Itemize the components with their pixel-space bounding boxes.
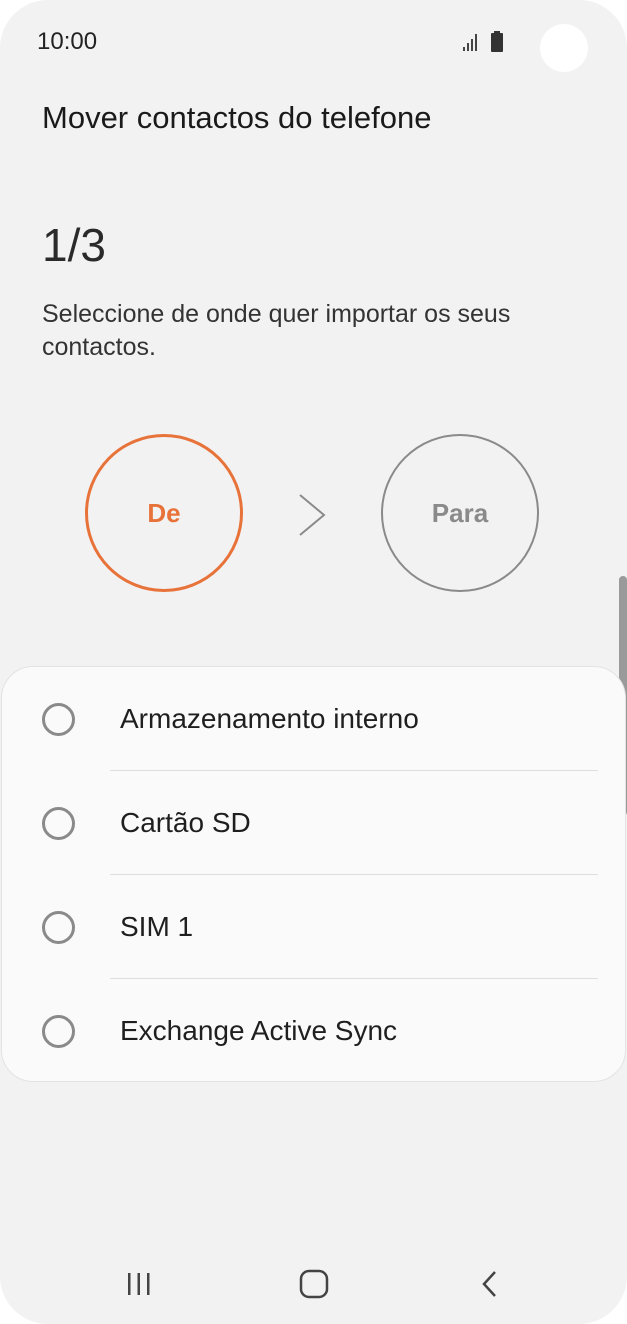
home-button[interactable]: [290, 1266, 338, 1302]
status-bar: 10:00: [0, 0, 627, 84]
radio-button[interactable]: [42, 703, 75, 736]
instructions-text: Seleccione de onde quer importar os seus…: [42, 300, 511, 361]
step-from-label: De: [147, 497, 181, 528]
option-exchange-active-sync[interactable]: Exchange Active Sync: [2, 979, 625, 1081]
chevron-right-icon: [299, 494, 326, 536]
page-title: Mover contactos do telefone: [42, 100, 432, 135]
option-internal-storage[interactable]: Armazenamento interno: [2, 667, 625, 771]
step-to-indicator: Para: [381, 434, 539, 592]
back-icon: [482, 1271, 496, 1297]
battery-icon: [491, 31, 503, 52]
signal-icon: [463, 34, 477, 51]
status-time: 10:00: [37, 28, 98, 55]
option-sim-1[interactable]: SIM 1: [2, 875, 625, 979]
option-label: Armazenamento interno: [120, 703, 419, 734]
step-from-indicator: De: [85, 434, 243, 592]
step-to-label: Para: [431, 497, 489, 528]
navigation-bar: [0, 1244, 627, 1324]
option-label: Exchange Active Sync: [120, 1015, 398, 1046]
option-sd-card[interactable]: Cartão SD: [2, 771, 625, 875]
home-icon: [299, 1269, 329, 1299]
radio-button[interactable]: [42, 807, 75, 840]
step-counter: 1/3: [42, 219, 106, 271]
recents-button[interactable]: [115, 1266, 163, 1302]
back-button[interactable]: [466, 1266, 514, 1302]
status-icons: [462, 30, 508, 54]
option-label: Cartão SD: [120, 807, 251, 838]
radio-button[interactable]: [42, 911, 75, 944]
recents-icon: [128, 1273, 150, 1295]
phone-screen: 10:00 Mover contactos do telefone 1/3 Se…: [0, 0, 627, 1324]
radio-button[interactable]: [42, 1015, 75, 1048]
camera-cutout: [540, 24, 588, 72]
import-source-list: Armazenamento interno Cartão SD SIM 1 Ex…: [1, 666, 626, 1082]
option-label: SIM 1: [120, 911, 194, 942]
